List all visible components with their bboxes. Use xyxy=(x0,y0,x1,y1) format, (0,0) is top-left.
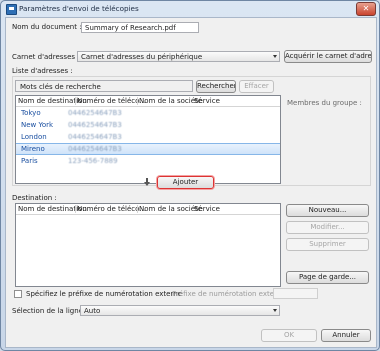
ok-button[interactable]: OK xyxy=(261,329,317,342)
external-prefix-checkbox[interactable] xyxy=(14,290,22,298)
close-button[interactable]: ✕ xyxy=(356,2,376,16)
dialog-body: Nom du document : Summary of Research.pd… xyxy=(5,17,377,348)
document-name-field[interactable]: Summary of Research.pdf xyxy=(81,22,199,33)
down-arrow-icon xyxy=(144,178,150,186)
edit-destination-button[interactable]: Modifier... xyxy=(286,221,369,234)
column-separator xyxy=(137,205,138,213)
destination-label: Destination : xyxy=(12,194,57,202)
destination-list-header: Nom de destination Numéro de téléco... N… xyxy=(16,204,280,215)
column-header-department[interactable]: Service xyxy=(194,97,220,105)
line-selection-select[interactable]: Auto xyxy=(80,305,280,316)
address-list-label: Liste d'adresses : xyxy=(12,67,73,75)
address-row[interactable]: Tokyo 0446254647B3 xyxy=(16,107,280,119)
group-members-label: Membres du groupe : xyxy=(287,99,362,107)
address-row-name: Paris xyxy=(21,157,38,165)
external-prefix-input[interactable] xyxy=(273,288,318,299)
search-button[interactable]: Rechercher xyxy=(196,80,236,93)
address-book-selected-value: Carnet d'adresses du périphérique xyxy=(81,53,203,61)
external-prefix-checkbox-label: Spécifiez le préfixe de numérotation ext… xyxy=(26,290,182,298)
column-header-company[interactable]: Nom de la société xyxy=(139,205,202,213)
address-list-header: Nom de destination Numéro de téléco... N… xyxy=(16,96,280,107)
address-list: Nom de destination Numéro de téléco... N… xyxy=(15,95,281,184)
acquire-address-book-button[interactable]: Acquérir le carnet d'adresses xyxy=(284,50,372,63)
add-button[interactable]: Ajouter xyxy=(157,176,214,189)
dropdown-arrow-icon xyxy=(273,309,277,312)
column-separator xyxy=(75,205,76,213)
clear-button[interactable]: Effacer xyxy=(239,80,274,93)
address-row-name: London xyxy=(21,133,47,141)
title-bar[interactable]: Paramètres d'envoi de télécopies ✕ xyxy=(1,1,379,17)
fax-app-icon xyxy=(6,4,17,15)
column-separator xyxy=(75,97,76,105)
line-selection-label: Sélection de la ligne : xyxy=(12,307,88,315)
address-row-number: 0446254647B3 xyxy=(68,121,122,129)
address-row-number: 0446254647B3 xyxy=(68,133,122,141)
address-row-name: New York xyxy=(21,121,54,129)
address-row-name: Tokyo xyxy=(21,109,41,117)
column-header-fax-number[interactable]: Numéro de téléco... xyxy=(77,205,146,213)
address-book-label: Carnet d'adresses : xyxy=(12,53,80,61)
address-row[interactable]: New York 0446254647B3 xyxy=(16,119,280,131)
address-row-number: 0446254647B3 xyxy=(68,145,122,153)
column-header-fax-number[interactable]: Numéro de téléco... xyxy=(77,97,146,105)
address-row-number: 0446254647B3 xyxy=(68,109,122,117)
address-book-select[interactable]: Carnet d'adresses du périphérique xyxy=(77,51,280,62)
destination-list: Nom de destination Numéro de téléco... N… xyxy=(15,203,281,287)
document-name-label: Nom du document : xyxy=(12,23,82,31)
new-destination-button[interactable]: Nouveau... xyxy=(286,204,369,217)
cover-page-button[interactable]: Page de garde... xyxy=(286,271,369,284)
cancel-button[interactable]: Annuler xyxy=(321,329,371,342)
dropdown-arrow-icon xyxy=(273,55,277,58)
delete-destination-button[interactable]: Supprimer xyxy=(286,238,369,251)
column-separator xyxy=(137,97,138,105)
address-row[interactable]: London 0446254647B3 xyxy=(16,131,280,143)
window-title: Paramètres d'envoi de télécopies xyxy=(19,4,139,13)
column-header-department[interactable]: Service xyxy=(194,205,220,213)
search-keywords-input[interactable] xyxy=(15,80,193,92)
address-row[interactable]: Paris 123-456-7889 xyxy=(16,155,280,167)
address-row-number: 123-456-7889 xyxy=(68,157,118,165)
address-row-selected[interactable]: Mireno 0446254647B3 xyxy=(16,143,280,155)
column-header-company[interactable]: Nom de la société xyxy=(139,97,202,105)
fax-settings-window: Paramètres d'envoi de télécopies ✕ Nom d… xyxy=(0,0,380,351)
address-row-name: Mireno xyxy=(21,145,45,153)
line-selection-value: Auto xyxy=(84,307,101,315)
